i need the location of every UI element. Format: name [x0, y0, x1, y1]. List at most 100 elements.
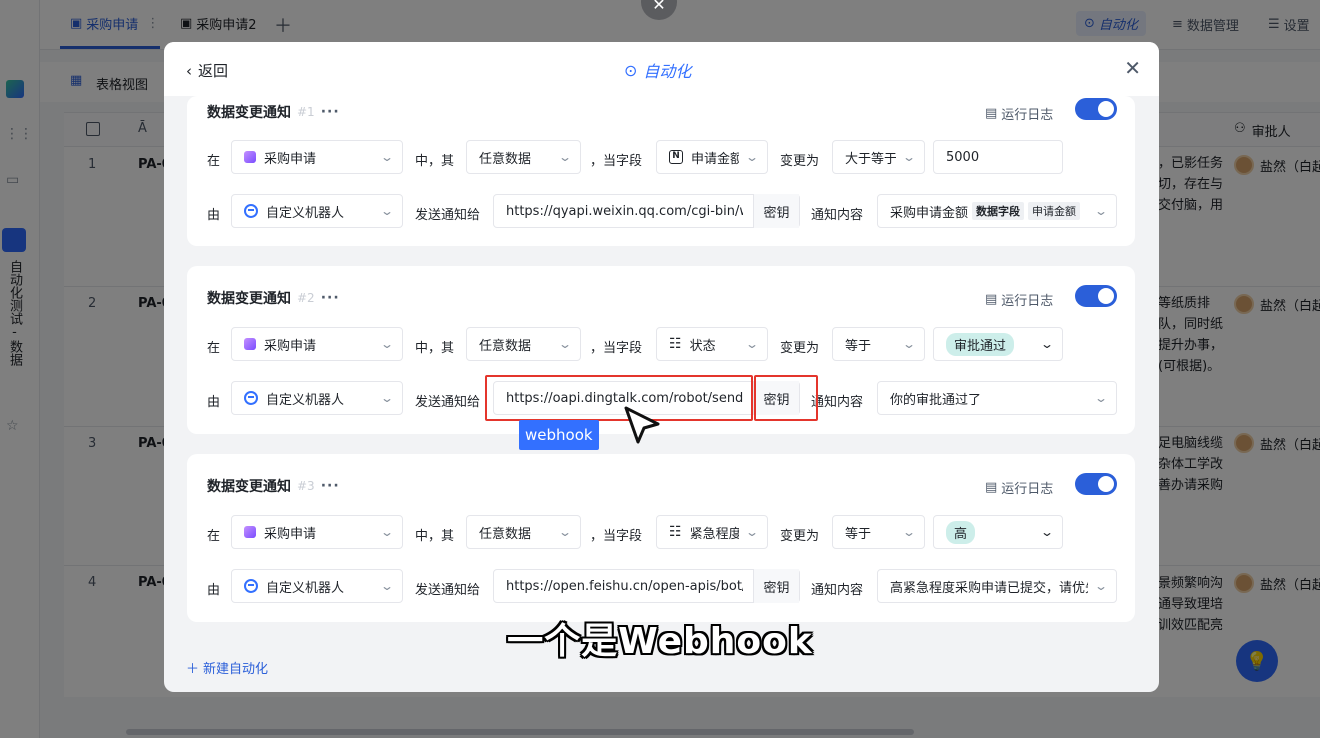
table-select[interactable]: 采购申请 ⌄ [231, 140, 403, 174]
chevron-down-icon: ⌄ [1093, 579, 1109, 593]
chevron-down-icon: ⌄ [901, 525, 917, 539]
scope-select[interactable]: 任意数据 ⌄ [466, 140, 581, 174]
value-select[interactable]: 审批通过 ⌄ [933, 327, 1063, 361]
robot-select[interactable]: 自定义机器人 ⌄ [231, 569, 403, 603]
data-field-tag: 数据字段 [972, 202, 1025, 220]
chevron-down-icon: ⌄ [901, 337, 917, 351]
chevron-left-icon: ‹ [186, 61, 192, 80]
chevron-down-icon: ⌄ [744, 525, 760, 539]
status-chip: 审批通过 [946, 332, 1015, 356]
table-select[interactable]: 采购申请 ⌄ [231, 515, 403, 549]
label-in: 在 [207, 341, 221, 356]
chevron-down-icon: ⌄ [1039, 525, 1055, 539]
robot-icon [244, 579, 258, 593]
automation-modal: ‹ 返回 ⊙ 自动化 ✕ 数据变更通知 #1 ··· ▤ 运行日志 在 采购申请 ⌄… [164, 42, 1159, 692]
run-log-button[interactable]: ▤ 运行日志 [985, 104, 1053, 123]
enable-toggle[interactable] [1075, 473, 1117, 495]
secret-button[interactable]: 密钥 [753, 569, 799, 603]
label-in: 在 [207, 529, 221, 544]
table-select[interactable]: 采购申请 ⌄ [231, 327, 403, 361]
field-select[interactable]: N 申请金额 ⌄ [656, 140, 768, 174]
clipboard-icon: ▤ [985, 480, 998, 495]
label-send-to: 发送通知给 [415, 583, 481, 598]
enable-toggle[interactable] [1075, 98, 1117, 120]
list-icon: ☷ [669, 524, 682, 540]
value-select[interactable]: 高 ⌄ [933, 515, 1063, 549]
automation-card-3: 数据变更通知 #3 ··· ▤ 运行日志 在 采购申请 ⌄ 中，其 任意数据 ⌄ ，当… [187, 454, 1135, 622]
content-select[interactable]: 高紧急程度采购申请已提交，请优先处理⌄ [877, 569, 1117, 603]
clipboard-icon: ▤ [985, 292, 998, 307]
label-you: 由 [207, 583, 221, 598]
chevron-down-icon: ⌄ [379, 337, 395, 351]
card-title: 数据变更通知 #2 ··· [207, 290, 340, 307]
robot-icon [244, 391, 258, 405]
label-zhong-qi: 中，其 [415, 341, 455, 356]
more-icon[interactable]: ··· [321, 478, 340, 494]
field-chip: 申请金额 [1028, 202, 1081, 220]
mouse-cursor-icon [624, 406, 660, 444]
robot-icon [244, 204, 258, 218]
robot-select[interactable]: 自定义机器人 ⌄ [231, 381, 403, 415]
value-input[interactable]: 5000 [933, 140, 1063, 174]
label-send-to: 发送通知给 [415, 208, 481, 223]
chevron-down-icon: ⌄ [557, 525, 573, 539]
label-zhong-qi: 中，其 [415, 529, 455, 544]
field-select[interactable]: ☷ 状态 ⌄ [656, 327, 768, 361]
robot-select[interactable]: 自定义机器人 ⌄ [231, 194, 403, 228]
field-select[interactable]: ☷ 紧急程度 ⌄ [656, 515, 768, 549]
webhook-highlight-box [485, 375, 753, 421]
label-you: 由 [207, 208, 221, 223]
scope-select[interactable]: 任意数据 ⌄ [466, 327, 581, 361]
label-in: 在 [207, 154, 221, 169]
back-button[interactable]: ‹ 返回 [186, 60, 228, 81]
chevron-down-icon: ⌄ [1093, 391, 1109, 405]
urgency-chip: 高 [946, 520, 976, 544]
clipboard-icon: ▤ [985, 106, 998, 121]
chevron-down-icon: ⌄ [379, 150, 395, 164]
label-dang-ziduan: ，当字段 [590, 341, 643, 356]
list-icon: ☷ [669, 336, 682, 352]
label-content: 通知内容 [811, 208, 864, 223]
label-content: 通知内容 [811, 395, 864, 410]
chevron-down-icon: ⌄ [379, 525, 395, 539]
table-icon [244, 338, 256, 350]
more-icon[interactable]: ··· [321, 290, 340, 306]
secret-button[interactable]: 密钥 [753, 194, 799, 228]
card-title: 数据变更通知 #1 ··· [207, 104, 340, 121]
scope-select[interactable]: 任意数据 ⌄ [466, 515, 581, 549]
chevron-down-icon: ⌄ [557, 337, 573, 351]
label-zhong-qi: 中，其 [415, 154, 455, 169]
webhook-tooltip: webhook [519, 420, 599, 450]
operator-select[interactable]: 等于 ⌄ [832, 327, 925, 361]
content-select[interactable]: 你的审批通过了 ⌄ [877, 381, 1117, 415]
chevron-down-icon: ⌄ [744, 150, 760, 164]
label-content: 通知内容 [811, 583, 864, 598]
card-title: 数据变更通知 #3 ··· [207, 478, 340, 495]
label-send-to: 发送通知给 [415, 395, 481, 410]
content-select[interactable]: 采购申请金额 数据字段 申请金额 ⌄ [877, 194, 1117, 228]
label-bianwei: 变更为 [780, 154, 820, 169]
label-bianwei: 变更为 [780, 341, 820, 356]
table-icon [244, 151, 256, 163]
chevron-down-icon: ⌄ [744, 337, 760, 351]
number-field-icon: N [669, 150, 683, 164]
more-icon[interactable]: ··· [321, 104, 340, 120]
operator-select[interactable]: 大于等于 ⌄ [832, 140, 925, 174]
enable-toggle[interactable] [1075, 285, 1117, 307]
label-dang-ziduan: ，当字段 [590, 154, 643, 169]
label-you: 由 [207, 395, 221, 410]
chevron-down-icon: ⌄ [379, 391, 395, 405]
label-bianwei: 变更为 [780, 529, 820, 544]
video-subtitle: 一个是Webhook [507, 621, 813, 662]
modal-title: ⊙ 自动化 [624, 60, 692, 82]
modal-header: ‹ 返回 ⊙ 自动化 ✕ [164, 42, 1159, 96]
chevron-down-icon: ⌄ [1093, 204, 1109, 218]
table-icon [244, 526, 256, 538]
operator-select[interactable]: 等于 ⌄ [832, 515, 925, 549]
modal-close-button[interactable]: ✕ [1124, 56, 1141, 80]
secret-highlight-box [754, 375, 818, 421]
run-log-button[interactable]: ▤ 运行日志 [985, 478, 1053, 497]
chevron-down-icon: ⌄ [1039, 337, 1055, 351]
run-log-button[interactable]: ▤ 运行日志 [985, 290, 1053, 309]
label-dang-ziduan: ，当字段 [590, 529, 643, 544]
